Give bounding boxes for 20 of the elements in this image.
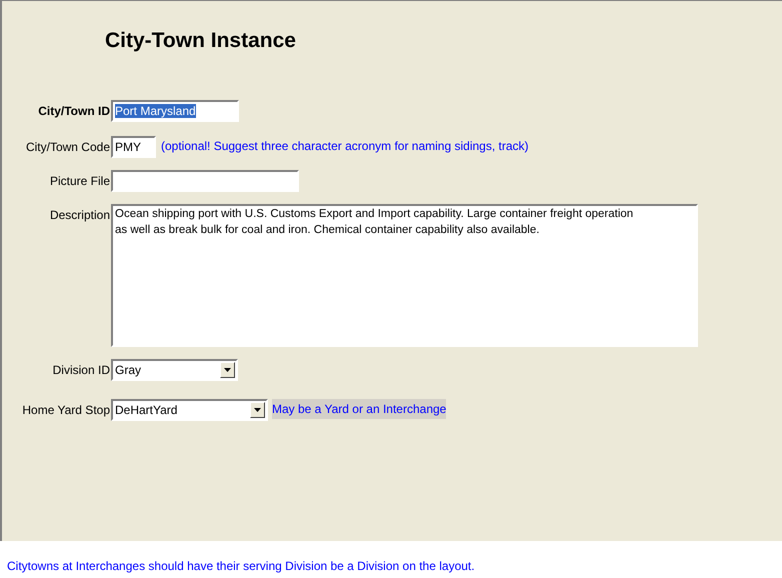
description-field[interactable]: Ocean shipping port with U.S. Customs Export and Import capability. Large container freight operation as well as break bulk for coal and iron. Chemical container capability also available.	[111, 204, 698, 347]
footer-note: Citytowns at Interchanges should have their serving Division be a Division on the layout.	[7, 559, 476, 573]
field-label: Description	[48, 207, 111, 224]
field-label: City/Town ID	[37, 103, 111, 120]
text-field[interactable]: PMY	[111, 136, 156, 158]
caret-icon	[254, 408, 261, 412]
field-label: City/Town Code	[24, 139, 111, 156]
dropdown-field[interactable]: Gray	[111, 359, 238, 381]
text-field[interactable]: Port Marysland	[111, 100, 239, 122]
dropdown-button[interactable]	[220, 362, 235, 378]
field-label: Home Yard Stop	[21, 402, 111, 419]
text-field[interactable]	[111, 170, 299, 192]
hint-text: May be a Yard or an Interchange	[272, 399, 446, 419]
hint-text: (optional! Suggest three character acronym for naming sidings, track)	[161, 138, 529, 155]
dropdown-button[interactable]	[250, 402, 265, 418]
field-label: Division ID	[52, 362, 111, 379]
field-label: Picture File	[48, 173, 111, 190]
caret-icon	[224, 368, 231, 372]
form-title: City-Town Instance	[105, 29, 297, 53]
dropdown-field[interactable]: DeHartYard	[111, 399, 268, 421]
